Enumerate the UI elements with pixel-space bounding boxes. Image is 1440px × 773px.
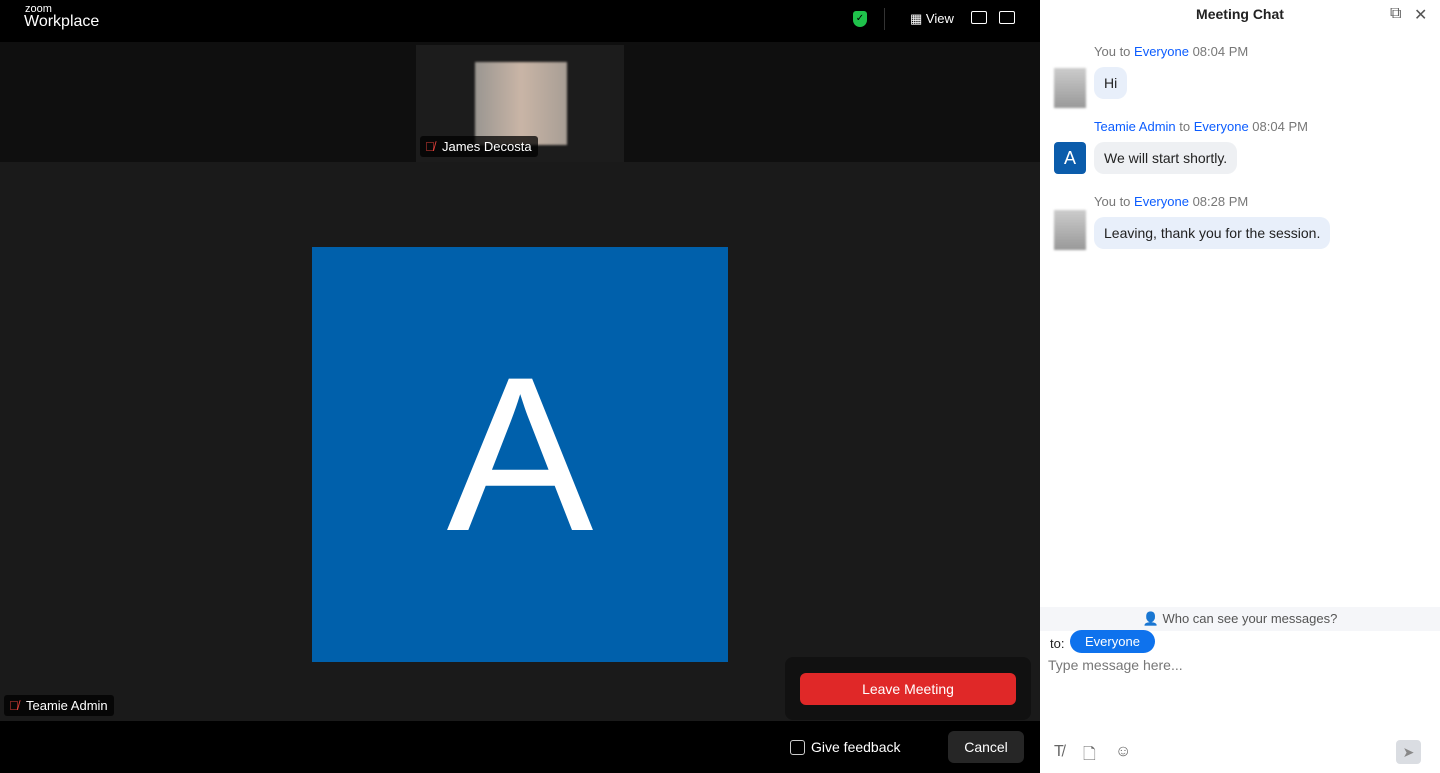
main-nametag: 🎙̸ Teamie Admin: [4, 695, 114, 716]
main-participant-name: Teamie Admin: [26, 698, 108, 713]
format-text-icon[interactable]: T̸: [1054, 743, 1064, 761]
file-icon[interactable]: 🗋: [1083, 743, 1096, 770]
recipient-dropdown[interactable]: Everyone: [1070, 630, 1155, 653]
emoji-icon[interactable]: ☺: [1115, 743, 1131, 761]
avatar: [1054, 68, 1086, 108]
visibility-info[interactable]: 👤 Who can see your messages?: [1040, 607, 1440, 631]
message-meta: Teamie Admin to Everyone 08:04 PM: [1094, 119, 1308, 134]
send-icon[interactable]: ➤: [1396, 740, 1421, 764]
message-bubble: We will start shortly.: [1094, 142, 1238, 174]
give-feedback-checkbox[interactable]: Give feedback: [790, 739, 901, 755]
view-button[interactable]: ▦ View: [910, 11, 954, 27]
leave-meeting-button[interactable]: Leave Meeting: [800, 673, 1016, 705]
participant-name: James Decosta: [442, 139, 532, 154]
meeting-area: zoom Workplace ✓ ▦ View 🎙̸ James Decosta…: [0, 0, 1040, 773]
share-window-icon[interactable]: [971, 11, 987, 24]
message-bubble: Leaving, thank you for the session.: [1094, 217, 1331, 249]
message-meta: You to Everyone 08:28 PM: [1094, 194, 1249, 209]
screen-icon[interactable]: [999, 11, 1015, 24]
chat-panel: Meeting Chat ⧉ ✕ You to Everyone 08:04 P…: [1040, 0, 1440, 773]
message-meta: You to Everyone 08:04 PM: [1094, 44, 1249, 59]
avatar: A: [1054, 142, 1086, 174]
top-bar: zoom Workplace ✓ ▦ View: [0, 0, 1040, 42]
view-label: View: [925, 11, 954, 26]
divider: [884, 8, 885, 30]
close-icon[interactable]: ✕: [1414, 5, 1427, 25]
mic-muted-icon: 🎙̸: [9, 698, 19, 713]
message-input[interactable]: Type message here...: [1048, 657, 1183, 673]
chat-title: Meeting Chat: [1196, 6, 1284, 22]
message-bubble: Hi: [1094, 67, 1128, 99]
logo: Workplace: [24, 13, 100, 30]
security-shield-icon[interactable]: ✓: [853, 11, 867, 27]
checkbox[interactable]: [790, 739, 805, 755]
popout-icon[interactable]: ⧉: [1390, 5, 1401, 23]
main-avatar: A: [312, 247, 728, 662]
participant-video: [475, 62, 567, 145]
cancel-button[interactable]: Cancel: [948, 731, 1024, 763]
person-icon: 👤: [1142, 611, 1159, 626]
feedback-label: Give feedback: [811, 739, 901, 755]
mic-muted-icon: 🎙̸: [425, 139, 435, 154]
to-label: to:: [1050, 636, 1065, 651]
visibility-text: Who can see your messages?: [1162, 611, 1338, 626]
avatar: [1054, 210, 1086, 250]
participant-nametag: 🎙̸ James Decosta: [420, 136, 538, 157]
